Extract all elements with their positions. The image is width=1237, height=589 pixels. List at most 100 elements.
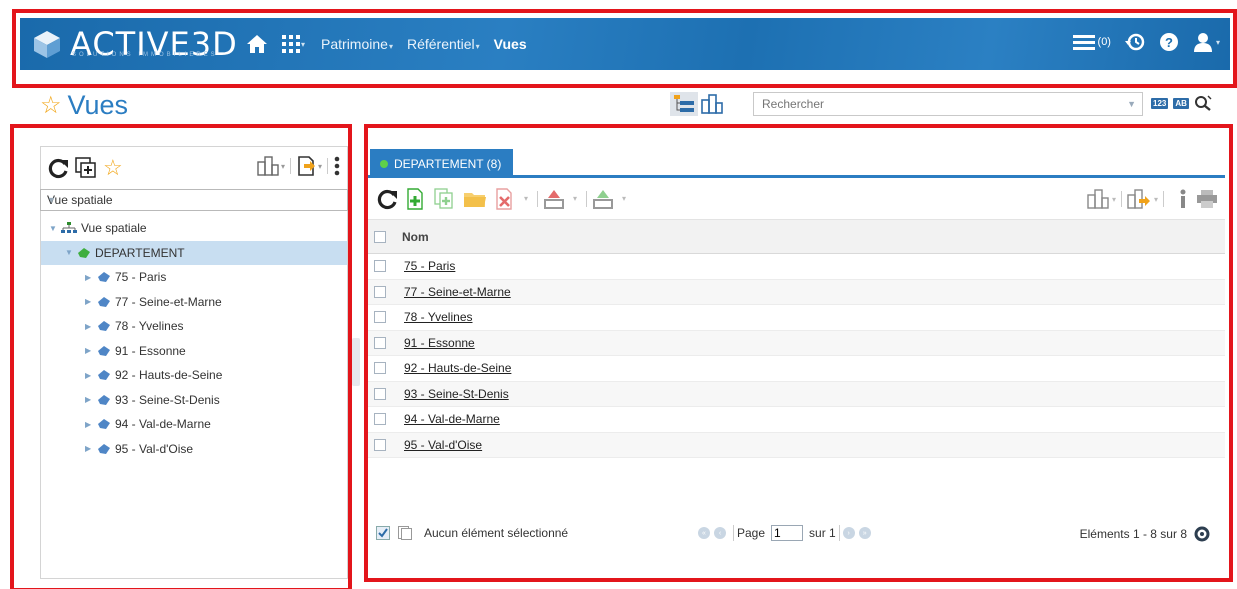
tree-expand-icon[interactable]: ▶ (85, 346, 97, 355)
more-options-icon[interactable] (333, 156, 341, 176)
tree-item[interactable]: ▶ 78 - Yvelines (41, 314, 347, 339)
search-input[interactable] (754, 93, 1114, 115)
tree-item[interactable]: ▶ 77 - Seine-et-Marne (41, 290, 347, 315)
row-name-link[interactable]: 93 - Seine-St-Denis (404, 387, 509, 401)
help-button[interactable]: ? (1159, 32, 1179, 52)
tree-view-button[interactable] (670, 92, 698, 116)
delete-icon[interactable] (494, 187, 516, 210)
nav-item-vues[interactable]: Vues (494, 36, 527, 52)
export-icon[interactable] (296, 156, 316, 176)
tree-expand-icon[interactable]: ▶ (85, 371, 97, 380)
caret-down-icon[interactable]: ▾ (1112, 195, 1116, 204)
building-icon[interactable] (1087, 189, 1109, 209)
row-checkbox[interactable] (374, 311, 386, 324)
caret-down-icon[interactable]: ▾ (281, 162, 285, 171)
row-name-link[interactable]: 95 - Val-d'Oise (404, 438, 482, 452)
table-row[interactable]: 94 - Val-de-Marne (368, 407, 1225, 433)
building-icon[interactable] (257, 156, 279, 176)
row-checkbox[interactable] (374, 285, 386, 298)
caret-down-icon[interactable]: ▾ (524, 194, 528, 203)
settings-icon[interactable] (1193, 525, 1211, 543)
numeric-search-toggle[interactable]: 123 (1151, 97, 1169, 109)
notifications-button[interactable]: (0) (1072, 34, 1111, 50)
table-row[interactable]: 75 - Paris (368, 254, 1225, 280)
table-row[interactable]: 77 - Seine-et-Marne (368, 279, 1225, 305)
tab-departement[interactable]: DEPARTEMENT (8) (370, 149, 514, 178)
table-row[interactable]: 93 - Seine-St-Denis (368, 381, 1225, 407)
row-checkbox[interactable] (374, 387, 386, 400)
page-number-input[interactable] (771, 525, 804, 541)
tree-item[interactable]: ▶ 93 - Seine-St-Denis (41, 388, 347, 413)
row-checkbox[interactable] (374, 438, 386, 451)
chevron-down-icon[interactable]: ▼ (47, 195, 343, 205)
expand-all-icon[interactable] (75, 157, 97, 179)
row-name-link[interactable]: 77 - Seine-et-Marne (404, 285, 511, 299)
caret-down-icon[interactable]: ▾ (318, 162, 322, 171)
home-icon[interactable] (246, 34, 268, 54)
table-row[interactable]: 95 - Val-d'Oise (368, 432, 1225, 458)
row-name-link[interactable]: 94 - Val-de-Marne (404, 412, 500, 426)
column-header-nom[interactable]: Nom (402, 230, 429, 244)
row-checkbox[interactable] (374, 413, 386, 426)
panel-splitter[interactable] (352, 338, 360, 386)
row-name-link[interactable]: 78 - Yvelines (404, 310, 473, 324)
next-page-icon[interactable]: › (842, 527, 855, 539)
tree-expand-icon[interactable]: ▶ (85, 444, 97, 453)
tree-collapse-icon[interactable]: ▼ (49, 224, 61, 233)
table-row[interactable]: 91 - Essonne (368, 330, 1225, 356)
select-all-page-icon[interactable] (376, 526, 390, 540)
tree-expand-icon[interactable]: ▶ (85, 395, 97, 404)
tree-expand-icon[interactable]: ▶ (85, 297, 97, 306)
tree-item[interactable]: ▶ 75 - Paris (41, 265, 347, 290)
caret-down-icon[interactable]: ▾ (573, 194, 577, 203)
add-icon[interactable] (405, 187, 427, 210)
refresh-icon[interactable] (47, 157, 69, 179)
deselect-icon[interactable] (398, 526, 412, 540)
tree-collapse-icon[interactable]: ▼ (65, 248, 77, 257)
view-select[interactable]: Vue spatiale ▼ (40, 189, 348, 211)
row-name-link[interactable]: 92 - Hauts-de-Seine (404, 361, 511, 375)
select-all-checkbox[interactable] (374, 230, 386, 243)
tree-item[interactable]: ▶ 91 - Essonne (41, 339, 347, 364)
user-menu-button[interactable]: ▾ (1193, 32, 1220, 52)
duplicate-icon[interactable] (434, 187, 456, 210)
favorite-star-icon[interactable]: ☆ (40, 93, 62, 118)
tree-item[interactable]: ▶ 92 - Hauts-de-Seine (41, 363, 347, 388)
tree-item[interactable]: ▶ 94 - Val-de-Marne (41, 412, 347, 437)
building-view-button[interactable] (698, 92, 726, 116)
tree-expand-icon[interactable]: ▶ (85, 420, 97, 429)
tree-root[interactable]: ▼ Vue spatiale (41, 216, 347, 241)
building-export-icon[interactable] (1127, 189, 1151, 209)
first-page-icon[interactable]: « (698, 527, 710, 539)
print-icon[interactable] (1197, 190, 1217, 208)
caret-down-icon[interactable]: ▾ (1154, 195, 1158, 204)
folder-icon[interactable] (463, 189, 487, 209)
refresh-icon[interactable] (376, 188, 398, 210)
tree-expand-icon[interactable]: ▶ (85, 273, 97, 282)
row-checkbox[interactable] (374, 336, 386, 349)
caret-down-icon[interactable]: ▾ (622, 194, 626, 203)
nav-item-patrimoine[interactable]: Patrimoine▾ (321, 36, 393, 52)
row-name-link[interactable]: 75 - Paris (404, 259, 455, 273)
prev-page-icon[interactable]: ‹ (714, 527, 726, 539)
search-field[interactable]: ▼ (753, 92, 1143, 116)
tree-item[interactable]: ▶ 95 - Val-d'Oise (41, 437, 347, 462)
row-checkbox[interactable] (374, 362, 386, 375)
table-row[interactable]: 92 - Hauts-de-Seine (368, 356, 1225, 382)
tree-expand-icon[interactable]: ▶ (85, 322, 97, 331)
tree-group-departement[interactable]: ▼ DEPARTEMENT (41, 240, 347, 265)
last-page-icon[interactable]: » (858, 527, 871, 539)
text-search-toggle[interactable]: AB (1173, 97, 1189, 109)
nav-item-referentiel[interactable]: Référentiel▾ (407, 36, 480, 52)
table-row[interactable]: 78 - Yvelines (368, 305, 1225, 331)
search-icon[interactable] (1194, 95, 1212, 111)
apps-grid-icon[interactable]: ▾ (282, 35, 305, 53)
chevron-down-icon[interactable]: ▼ (1127, 99, 1136, 109)
row-name-link[interactable]: 91 - Essonne (404, 336, 475, 350)
favorite-star-icon[interactable]: ☆ (103, 157, 123, 179)
history-button[interactable] (1124, 32, 1145, 52)
row-checkbox[interactable] (374, 260, 386, 273)
import-icon[interactable] (543, 188, 565, 210)
upload-icon[interactable] (592, 188, 614, 210)
info-icon[interactable] (1179, 189, 1187, 209)
